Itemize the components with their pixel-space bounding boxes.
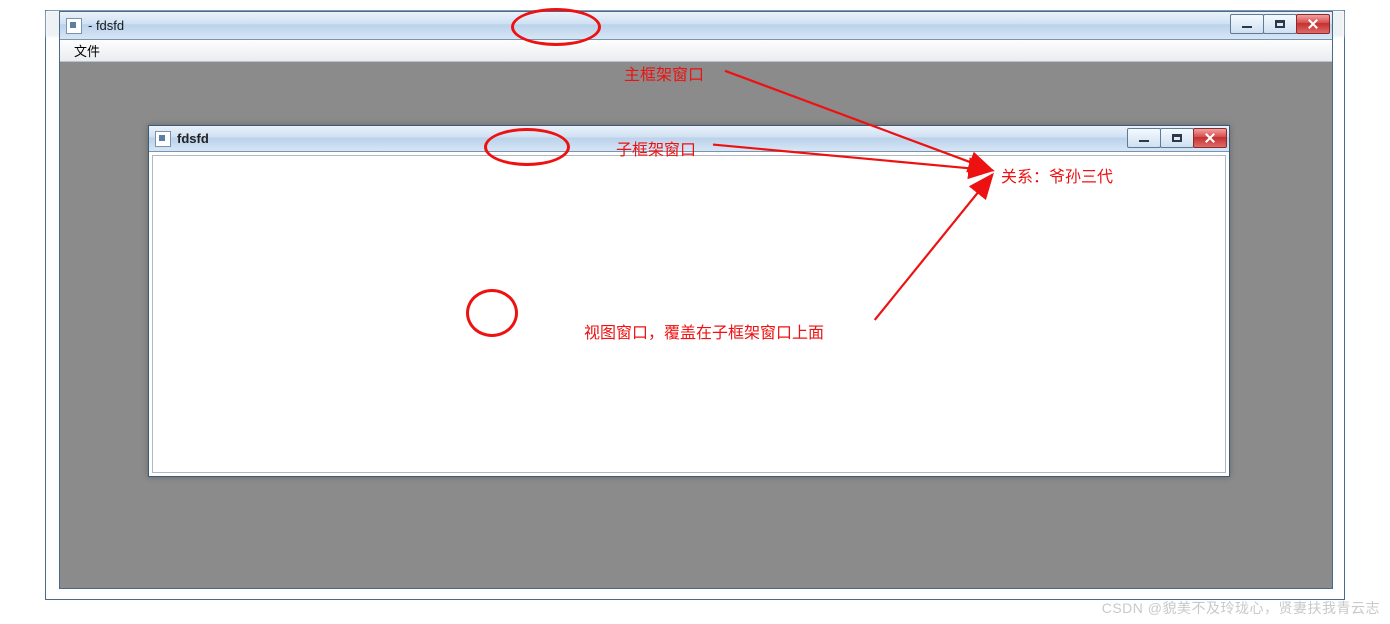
app-icon <box>155 131 171 147</box>
child-window-titlebar[interactable]: fdsfd <box>149 126 1229 152</box>
close-button[interactable] <box>1193 128 1227 148</box>
menu-bar: 文件 <box>60 40 1332 62</box>
minimize-icon <box>1139 140 1149 142</box>
mdi-client-area: fdsfd <box>60 62 1332 588</box>
main-window-titlebar[interactable]: - fdsfd <box>60 12 1332 40</box>
view-window[interactable] <box>152 155 1226 473</box>
maximize-icon <box>1275 20 1285 28</box>
watermark: CSDN @貌美不及玲珑心，贤妻扶我青云志 <box>1102 598 1380 618</box>
main-frame-window: - fdsfd 文件 fdsfd <box>59 11 1333 589</box>
minimize-icon <box>1242 26 1252 28</box>
maximize-icon <box>1172 134 1182 142</box>
minimize-button[interactable] <box>1230 14 1264 34</box>
child-frame-window: fdsfd <box>148 125 1230 477</box>
minimize-button[interactable] <box>1127 128 1161 148</box>
menu-file[interactable]: 文件 <box>66 39 108 62</box>
maximize-button[interactable] <box>1160 128 1194 148</box>
app-icon <box>66 18 82 34</box>
child-window-controls <box>1128 128 1227 148</box>
close-icon <box>1307 18 1319 30</box>
screenshot-stage: View Project Build Debug Team Data Tools… <box>45 10 1345 600</box>
main-window-title: - fdsfd <box>88 18 124 33</box>
child-window-title: fdsfd <box>177 131 209 146</box>
maximize-button[interactable] <box>1263 14 1297 34</box>
close-icon <box>1204 132 1216 144</box>
main-window-controls <box>1231 14 1330 34</box>
close-button[interactable] <box>1296 14 1330 34</box>
